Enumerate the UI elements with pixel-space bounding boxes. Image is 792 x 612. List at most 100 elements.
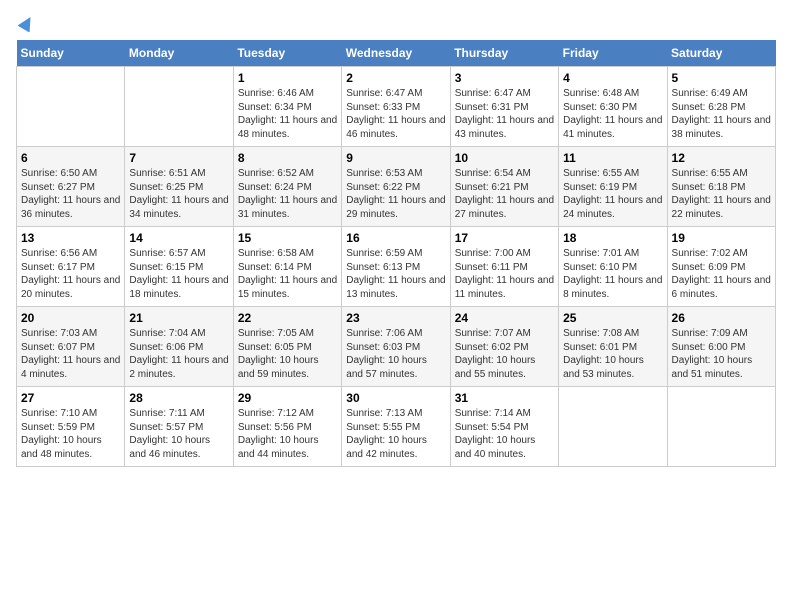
header-saturday: Saturday	[667, 40, 775, 67]
calendar-cell: 23Sunrise: 7:06 AM Sunset: 6:03 PM Dayli…	[342, 307, 450, 387]
day-number: 20	[21, 311, 120, 325]
day-info: Sunrise: 6:59 AM Sunset: 6:13 PM Dayligh…	[346, 247, 445, 301]
day-number: 22	[238, 311, 337, 325]
day-number: 29	[238, 391, 337, 405]
calendar-cell: 27 Sunrise: 7:10 AM Sunset: 5:59 PM Dayli…	[17, 387, 125, 467]
calendar-cell: 26Sunrise: 7:09 AM Sunset: 6:00 PM Dayli…	[667, 307, 775, 387]
calendar-cell: 6Sunrise: 6:50 AM Sunset: 6:27 PM Daylig…	[17, 147, 125, 227]
day-info: Sunrise: 7:10 AM Sunset: 5:59 PM Dayligh…	[21, 407, 120, 461]
day-info: Sunrise: 7:01 AM Sunset: 6:10 PM Dayligh…	[563, 247, 662, 301]
calendar-cell: 9 Sunrise: 6:53 AM Sunset: 6:22 PM Daylig…	[342, 147, 450, 227]
week-row-2: 6Sunrise: 6:50 AM Sunset: 6:27 PM Daylig…	[17, 147, 776, 227]
day-info: Sunrise: 7:03 AM Sunset: 6:07 PM Dayligh…	[21, 327, 120, 381]
week-row-4: 20 Sunrise: 7:03 AM Sunset: 6:07 PM Dayli…	[17, 307, 776, 387]
day-info: Sunrise: 7:13 AM Sunset: 5:55 PM Dayligh…	[346, 407, 445, 461]
day-info: Sunrise: 7:08 AM Sunset: 6:01 PM Dayligh…	[563, 327, 662, 381]
week-row-5: 27 Sunrise: 7:10 AM Sunset: 5:59 PM Dayli…	[17, 387, 776, 467]
day-number: 12	[672, 151, 771, 165]
day-info: Sunrise: 6:46 AM Sunset: 6:34 PM Dayligh…	[238, 87, 337, 141]
header-monday: Monday	[125, 40, 233, 67]
day-number: 5	[672, 71, 771, 85]
day-number: 8	[238, 151, 337, 165]
calendar-cell: 30 Sunrise: 7:13 AM Sunset: 5:55 PM Dayli…	[342, 387, 450, 467]
day-number: 27	[21, 391, 120, 405]
calendar-cell: 7Sunrise: 6:51 AM Sunset: 6:25 PM Daylig…	[125, 147, 233, 227]
day-number: 11	[563, 151, 662, 165]
day-info: Sunrise: 6:50 AM Sunset: 6:27 PM Dayligh…	[21, 167, 120, 221]
day-number: 21	[129, 311, 228, 325]
calendar-cell: 8 Sunrise: 6:52 AM Sunset: 6:24 PM Daylig…	[233, 147, 341, 227]
day-number: 1	[238, 71, 337, 85]
day-number: 4	[563, 71, 662, 85]
day-number: 15	[238, 231, 337, 245]
day-info: Sunrise: 6:47 AM Sunset: 6:33 PM Dayligh…	[346, 87, 445, 141]
day-number: 25	[563, 311, 662, 325]
day-info: Sunrise: 6:55 AM Sunset: 6:18 PM Dayligh…	[672, 167, 771, 221]
calendar-cell: 24 Sunrise: 7:07 AM Sunset: 6:02 PM Dayli…	[450, 307, 558, 387]
calendar-cell	[17, 67, 125, 147]
calendar-table: SundayMondayTuesdayWednesdayThursdayFrid…	[16, 40, 776, 467]
logo	[16, 16, 36, 28]
calendar-cell: 1 Sunrise: 6:46 AM Sunset: 6:34 PM Daylig…	[233, 67, 341, 147]
calendar-cell: 21 Sunrise: 7:04 AM Sunset: 6:06 PM Dayli…	[125, 307, 233, 387]
calendar-cell: 5 Sunrise: 6:49 AM Sunset: 6:28 PM Daylig…	[667, 67, 775, 147]
calendar-cell: 29 Sunrise: 7:12 AM Sunset: 5:56 PM Dayli…	[233, 387, 341, 467]
logo-icon	[18, 14, 36, 32]
day-info: Sunrise: 6:56 AM Sunset: 6:17 PM Dayligh…	[21, 247, 120, 301]
header-friday: Friday	[559, 40, 667, 67]
header-thursday: Thursday	[450, 40, 558, 67]
calendar-cell: 10 Sunrise: 6:54 AM Sunset: 6:21 PM Dayli…	[450, 147, 558, 227]
day-info: Sunrise: 6:51 AM Sunset: 6:25 PM Dayligh…	[129, 167, 228, 221]
calendar-cell: 16 Sunrise: 6:59 AM Sunset: 6:13 PM Dayli…	[342, 227, 450, 307]
calendar-cell: 4 Sunrise: 6:48 AM Sunset: 6:30 PM Daylig…	[559, 67, 667, 147]
week-row-3: 13 Sunrise: 6:56 AM Sunset: 6:17 PM Dayli…	[17, 227, 776, 307]
day-number: 30	[346, 391, 445, 405]
day-info: Sunrise: 7:06 AM Sunset: 6:03 PM Dayligh…	[346, 327, 445, 381]
day-number: 31	[455, 391, 554, 405]
day-info: Sunrise: 6:58 AM Sunset: 6:14 PM Dayligh…	[238, 247, 337, 301]
calendar-cell: 22Sunrise: 7:05 AM Sunset: 6:05 PM Dayli…	[233, 307, 341, 387]
day-info: Sunrise: 6:47 AM Sunset: 6:31 PM Dayligh…	[455, 87, 554, 141]
day-info: Sunrise: 7:04 AM Sunset: 6:06 PM Dayligh…	[129, 327, 228, 381]
day-info: Sunrise: 6:57 AM Sunset: 6:15 PM Dayligh…	[129, 247, 228, 301]
header-wednesday: Wednesday	[342, 40, 450, 67]
calendar-cell	[559, 387, 667, 467]
day-info: Sunrise: 7:02 AM Sunset: 6:09 PM Dayligh…	[672, 247, 771, 301]
header	[16, 16, 776, 28]
week-row-1: 1 Sunrise: 6:46 AM Sunset: 6:34 PM Daylig…	[17, 67, 776, 147]
day-info: Sunrise: 6:53 AM Sunset: 6:22 PM Dayligh…	[346, 167, 445, 221]
header-tuesday: Tuesday	[233, 40, 341, 67]
calendar-cell: 14Sunrise: 6:57 AM Sunset: 6:15 PM Dayli…	[125, 227, 233, 307]
day-number: 13	[21, 231, 120, 245]
day-number: 24	[455, 311, 554, 325]
day-info: Sunrise: 7:12 AM Sunset: 5:56 PM Dayligh…	[238, 407, 337, 461]
day-info: Sunrise: 6:54 AM Sunset: 6:21 PM Dayligh…	[455, 167, 554, 221]
day-number: 10	[455, 151, 554, 165]
calendar-cell: 25 Sunrise: 7:08 AM Sunset: 6:01 PM Dayli…	[559, 307, 667, 387]
day-number: 2	[346, 71, 445, 85]
calendar-cell: 17Sunrise: 7:00 AM Sunset: 6:11 PM Dayli…	[450, 227, 558, 307]
calendar-cell: 28 Sunrise: 7:11 AM Sunset: 5:57 PM Dayli…	[125, 387, 233, 467]
day-info: Sunrise: 7:11 AM Sunset: 5:57 PM Dayligh…	[129, 407, 228, 461]
day-number: 18	[563, 231, 662, 245]
calendar-cell: 19 Sunrise: 7:02 AM Sunset: 6:09 PM Dayli…	[667, 227, 775, 307]
day-info: Sunrise: 6:52 AM Sunset: 6:24 PM Dayligh…	[238, 167, 337, 221]
calendar-cell: 2 Sunrise: 6:47 AM Sunset: 6:33 PM Daylig…	[342, 67, 450, 147]
day-info: Sunrise: 6:49 AM Sunset: 6:28 PM Dayligh…	[672, 87, 771, 141]
calendar-cell: 18 Sunrise: 7:01 AM Sunset: 6:10 PM Dayli…	[559, 227, 667, 307]
calendar-cell	[667, 387, 775, 467]
calendar-cell: 13 Sunrise: 6:56 AM Sunset: 6:17 PM Dayli…	[17, 227, 125, 307]
header-sunday: Sunday	[17, 40, 125, 67]
day-number: 19	[672, 231, 771, 245]
day-number: 9	[346, 151, 445, 165]
calendar-cell	[125, 67, 233, 147]
calendar-cell: 15 Sunrise: 6:58 AM Sunset: 6:14 PM Dayli…	[233, 227, 341, 307]
calendar-cell: 12 Sunrise: 6:55 AM Sunset: 6:18 PM Dayli…	[667, 147, 775, 227]
day-info: Sunrise: 7:14 AM Sunset: 5:54 PM Dayligh…	[455, 407, 554, 461]
calendar-cell: 31 Sunrise: 7:14 AM Sunset: 5:54 PM Dayli…	[450, 387, 558, 467]
day-info: Sunrise: 7:09 AM Sunset: 6:00 PM Dayligh…	[672, 327, 771, 381]
day-number: 16	[346, 231, 445, 245]
day-info: Sunrise: 6:48 AM Sunset: 6:30 PM Dayligh…	[563, 87, 662, 141]
day-info: Sunrise: 7:07 AM Sunset: 6:02 PM Dayligh…	[455, 327, 554, 381]
day-number: 28	[129, 391, 228, 405]
